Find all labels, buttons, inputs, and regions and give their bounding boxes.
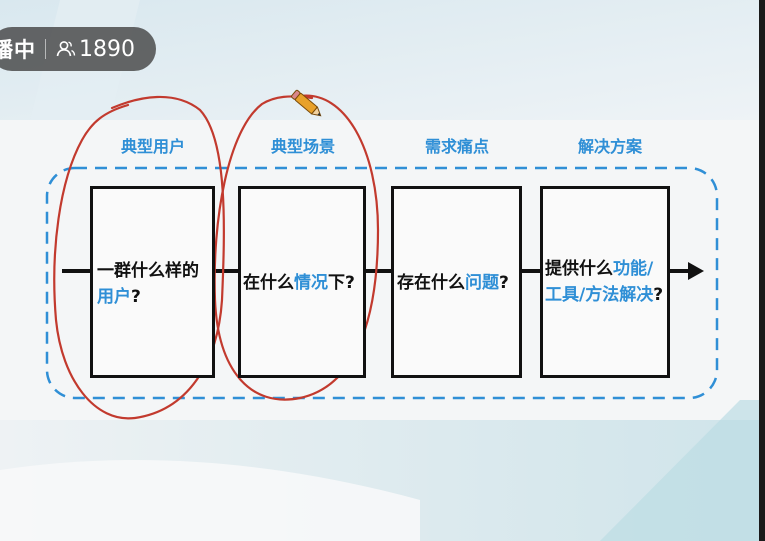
- box-scene-text: 在什么情况下?: [243, 270, 355, 296]
- stream-window-edge: [759, 0, 765, 541]
- box-solution-highlight-2: 工具/方法解决: [545, 285, 654, 305]
- box-users-text: 一群什么样的 用户?: [97, 258, 199, 310]
- pill-divider: [45, 39, 46, 59]
- box-users-question: ?: [131, 287, 141, 307]
- box-problem-highlight: 问题: [465, 273, 499, 293]
- stage-label-scene: 典型场景: [270, 137, 335, 156]
- box-users-highlight: 用户: [97, 287, 131, 307]
- box-users-line1: 一群什么样的: [97, 261, 199, 281]
- live-status-pill: 播中 1890: [0, 27, 156, 71]
- box-problem-text: 存在什么问题?: [397, 270, 509, 296]
- arrow-head-icon: [688, 262, 704, 280]
- box-solution-text: 提供什么功能/ 工具/方法解决?: [545, 256, 663, 308]
- viewers-icon: [56, 40, 76, 58]
- live-status-text: 播中: [0, 38, 36, 62]
- stage-label-users: 典型用户: [120, 137, 185, 156]
- stage-label-pain-point: 需求痛点: [424, 137, 489, 156]
- box-solution-question: ?: [653, 285, 664, 305]
- box-scene-pre: 在什么: [243, 273, 294, 293]
- box-scene-post: 下?: [328, 273, 355, 293]
- box-problem-post: ?: [499, 273, 509, 293]
- box-problem-pre: 存在什么: [397, 273, 465, 293]
- box-solution-highlight-1: 功能/: [613, 259, 654, 279]
- stage-label-solution: 解决方案: [577, 137, 642, 156]
- viewer-count: 1890: [79, 36, 135, 62]
- box-solution-pre: 提供什么: [545, 259, 613, 279]
- box-scene-highlight: 情况: [294, 273, 328, 293]
